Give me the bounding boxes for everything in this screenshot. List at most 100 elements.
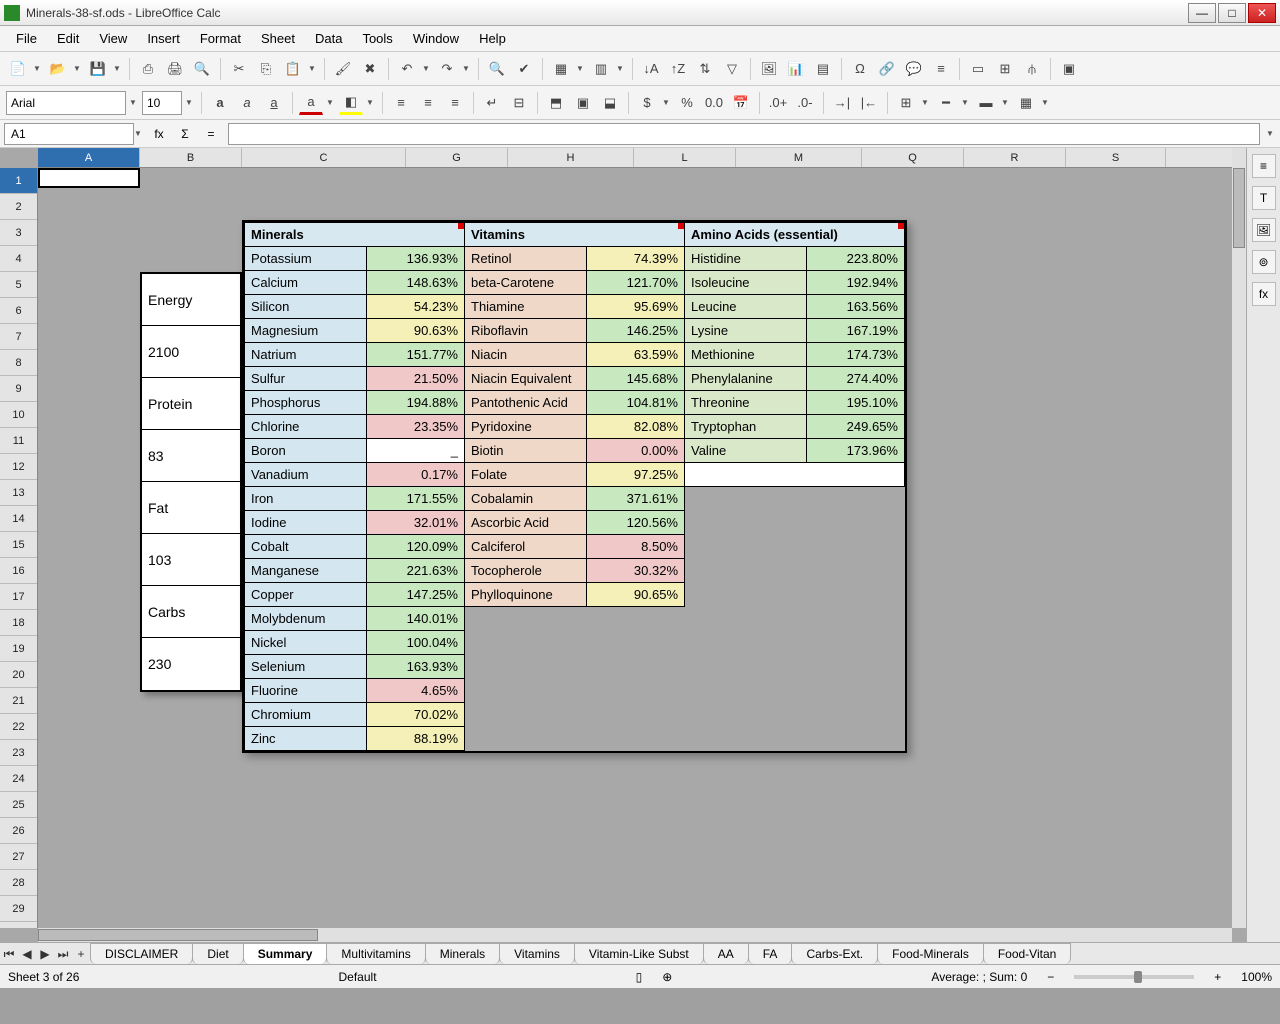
energy-cell[interactable]: Carbs xyxy=(142,586,240,638)
mineral-value[interactable]: 88.19% xyxy=(367,727,465,751)
font-name-input[interactable] xyxy=(6,91,126,115)
row-header[interactable]: 4 xyxy=(0,246,37,272)
amino-name[interactable]: Leucine xyxy=(685,295,807,319)
mineral-value[interactable]: 23.35% xyxy=(367,415,465,439)
mineral-value[interactable]: 21.50% xyxy=(367,367,465,391)
split-icon[interactable]: ⫛ xyxy=(1020,57,1044,81)
border-style-icon[interactable]: ━ xyxy=(934,91,958,115)
amino-name[interactable]: Methionine xyxy=(685,343,807,367)
amino-value[interactable]: 174.73% xyxy=(807,343,905,367)
row-header[interactable]: 18 xyxy=(0,610,37,636)
dropdown-icon[interactable]: ▼ xyxy=(33,64,43,73)
insert-mode-icon[interactable]: ▯ xyxy=(636,970,643,984)
mineral-value[interactable]: _ xyxy=(367,439,465,463)
row-header[interactable]: 17 xyxy=(0,584,37,610)
minerals-header[interactable]: Minerals xyxy=(245,223,465,247)
zoom-slider[interactable] xyxy=(1074,975,1194,979)
column-header[interactable]: Q xyxy=(862,148,964,167)
bold-icon[interactable]: a xyxy=(208,91,232,115)
sum-icon[interactable]: Σ xyxy=(174,123,196,145)
percent-icon[interactable]: % xyxy=(675,91,699,115)
row-header[interactable]: 11 xyxy=(0,428,37,454)
vitamin-name[interactable]: beta-Carotene xyxy=(465,271,587,295)
mineral-value[interactable]: 151.77% xyxy=(367,343,465,367)
undo-icon[interactable]: ↶ xyxy=(395,57,419,81)
menu-insert[interactable]: Insert xyxy=(137,27,190,50)
mineral-value[interactable]: 4.65% xyxy=(367,679,465,703)
energy-cell[interactable]: 103 xyxy=(142,534,240,586)
vitamin-value[interactable]: 146.25% xyxy=(587,319,685,343)
align-top-icon[interactable]: ⬒ xyxy=(544,91,568,115)
amino-name[interactable]: Isoleucine xyxy=(685,271,807,295)
sheet-tab-summary[interactable]: Summary xyxy=(243,943,328,964)
row-header[interactable]: 12 xyxy=(0,454,37,480)
highlight-icon[interactable]: ◧ xyxy=(339,91,363,115)
mineral-name[interactable]: Chromium xyxy=(245,703,367,727)
dropdown-icon[interactable]: ▼ xyxy=(1266,129,1276,138)
amino-name[interactable]: Valine xyxy=(685,439,807,463)
decrease-indent-icon[interactable]: |← xyxy=(857,91,881,115)
sheet-tab-carbs-ext-[interactable]: Carbs-Ext. xyxy=(791,943,878,964)
active-cell[interactable] xyxy=(38,168,140,188)
row-header[interactable]: 1 xyxy=(0,168,37,194)
dropdown-icon[interactable]: ▼ xyxy=(422,64,432,73)
dropdown-icon[interactable]: ▼ xyxy=(366,98,376,107)
vitamin-name[interactable]: Calciferol xyxy=(465,535,587,559)
sidebar-styles-icon[interactable]: T xyxy=(1252,186,1276,210)
tab-first-icon[interactable]: ⏮ xyxy=(0,945,18,963)
image-icon[interactable]: 🖼 xyxy=(757,57,781,81)
menu-view[interactable]: View xyxy=(89,27,137,50)
wrap-text-icon[interactable]: ↵ xyxy=(480,91,504,115)
sheet-tab-minerals[interactable]: Minerals xyxy=(425,943,500,964)
vitamin-name[interactable]: Cobalamin xyxy=(465,487,587,511)
aggregate-display[interactable]: Average: ; Sum: 0 xyxy=(931,970,1027,984)
zoom-out-icon[interactable]: − xyxy=(1047,970,1054,984)
formula-input[interactable] xyxy=(228,123,1260,145)
pivot-icon[interactable]: ▤ xyxy=(811,57,835,81)
vitamin-value[interactable]: 371.61% xyxy=(587,487,685,511)
align-bottom-icon[interactable]: ⬓ xyxy=(598,91,622,115)
redo-icon[interactable]: ↷ xyxy=(435,57,459,81)
clone-format-icon[interactable]: 🖌 xyxy=(331,57,355,81)
row-header[interactable]: 13 xyxy=(0,480,37,506)
row-headers[interactable]: 1234567891011121314151617181920212223242… xyxy=(0,168,38,928)
autofilter-icon[interactable]: ▽ xyxy=(720,57,744,81)
dropdown-icon[interactable]: ▼ xyxy=(129,98,139,107)
sidebar-gallery-icon[interactable]: 🖼 xyxy=(1252,218,1276,242)
row-header[interactable]: 26 xyxy=(0,818,37,844)
menu-tools[interactable]: Tools xyxy=(352,27,402,50)
vitamin-value[interactable]: 8.50% xyxy=(587,535,685,559)
vitamin-name[interactable]: Folate xyxy=(465,463,587,487)
row-header[interactable]: 3 xyxy=(0,220,37,246)
align-middle-icon[interactable]: ▣ xyxy=(571,91,595,115)
mineral-name[interactable]: Fluorine xyxy=(245,679,367,703)
mineral-name[interactable]: Manganese xyxy=(245,559,367,583)
mineral-name[interactable]: Magnesium xyxy=(245,319,367,343)
mineral-name[interactable]: Nickel xyxy=(245,631,367,655)
print-icon[interactable]: 🖨 xyxy=(163,57,187,81)
zoom-value[interactable]: 100% xyxy=(1241,970,1272,984)
menu-window[interactable]: Window xyxy=(403,27,469,50)
mineral-value[interactable]: 147.25% xyxy=(367,583,465,607)
amino-name[interactable]: Tryptophan xyxy=(685,415,807,439)
mineral-value[interactable]: 120.09% xyxy=(367,535,465,559)
hyperlink-icon[interactable]: 🔗 xyxy=(875,57,899,81)
mineral-value[interactable]: 221.63% xyxy=(367,559,465,583)
energy-cell[interactable]: 2100 xyxy=(142,326,240,378)
add-decimal-icon[interactable]: .0+ xyxy=(766,91,790,115)
vitamin-value[interactable]: 0.00% xyxy=(587,439,685,463)
row-header[interactable]: 28 xyxy=(0,870,37,896)
print-preview-icon[interactable]: 🔍 xyxy=(190,57,214,81)
vitamin-value[interactable]: 82.08% xyxy=(587,415,685,439)
dropdown-icon[interactable]: ▼ xyxy=(961,98,971,107)
scroll-thumb[interactable] xyxy=(38,929,318,941)
vitamins-header[interactable]: Vitamins xyxy=(465,223,685,247)
row-icon[interactable]: ▦ xyxy=(549,57,573,81)
tab-last-icon[interactable]: ⏭ xyxy=(54,945,72,963)
amino-value[interactable]: 167.19% xyxy=(807,319,905,343)
dropdown-icon[interactable]: ▼ xyxy=(308,64,318,73)
mineral-name[interactable]: Iodine xyxy=(245,511,367,535)
energy-cell[interactable]: Fat xyxy=(142,482,240,534)
merge-cells-icon[interactable]: ⊟ xyxy=(507,91,531,115)
align-left-icon[interactable]: ≡ xyxy=(389,91,413,115)
